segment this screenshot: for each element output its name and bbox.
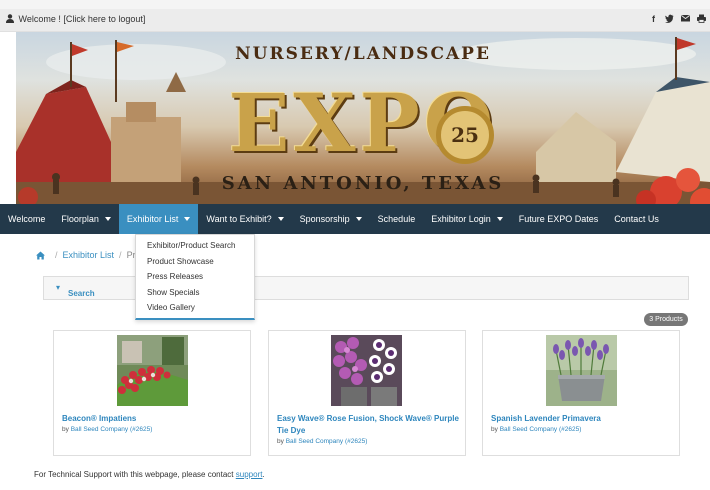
exhibitor-list-dropdown: Exhibitor/Product Search Product Showcas…	[135, 234, 255, 320]
product-card[interactable]: Beacon® Impatiens by Ball Seed Company (…	[53, 330, 251, 456]
main-navigation: Welcome Floorplan Exhibitor List Want to…	[8, 204, 710, 234]
nav-sponsorship[interactable]: Sponsorship	[292, 204, 370, 234]
product-image-easy-wave[interactable]	[331, 335, 402, 406]
breadcrumb-separator: /	[55, 250, 58, 260]
home-icon[interactable]	[36, 251, 45, 260]
support-link[interactable]: support	[236, 470, 263, 479]
user-icon	[6, 14, 14, 23]
nav-schedule[interactable]: Schedule	[370, 204, 424, 234]
breadcrumb-exhibitor-list[interactable]: Exhibitor List	[63, 250, 115, 260]
social-icons: f	[649, 14, 706, 25]
product-title-easy-wave[interactable]: Easy Wave® Rose Fusion, Shock Wave® Purp…	[277, 413, 461, 437]
dropdown-item-video-gallery[interactable]: Video Gallery	[136, 300, 254, 316]
logout-link[interactable]: [Click here to logout]	[63, 14, 145, 24]
expo-banner: NURSERY/LANDSCAPE EXPO 25 SAN ANTONIO, T…	[16, 32, 710, 204]
footer-text: For Technical Support with this webpage,…	[34, 470, 234, 479]
dropdown-item-show-specials[interactable]: Show Specials	[136, 285, 254, 301]
company-link[interactable]: Ball Seed Company	[286, 438, 343, 445]
mail-icon[interactable]	[681, 14, 690, 25]
nav-contact-us[interactable]: Contact Us	[606, 204, 667, 234]
product-company-line: by Ball Seed Company (#2625)	[62, 426, 152, 433]
chevron-down-icon	[277, 217, 284, 221]
product-title-beacon-impatiens[interactable]: Beacon® Impatiens	[62, 413, 246, 425]
product-company-line: by Ball Seed Company (#2625)	[491, 426, 581, 433]
banner-year-badge: 25	[436, 106, 494, 164]
chevron-down-icon	[104, 217, 111, 221]
breadcrumb: / Exhibitor List / Pro	[36, 250, 141, 260]
product-image-beacon-impatiens[interactable]	[117, 335, 188, 406]
dropdown-item-exhibitor-product-search[interactable]: Exhibitor/Product Search	[136, 238, 254, 254]
by-label: by	[277, 438, 284, 445]
product-card[interactable]: Easy Wave® Rose Fusion, Shock Wave® Purp…	[268, 330, 466, 456]
company-link[interactable]: Ball Seed Company	[71, 426, 128, 433]
dropdown-item-product-showcase[interactable]: Product Showcase	[136, 254, 254, 270]
chevron-down-icon	[496, 217, 503, 221]
nav-want-to-exhibit[interactable]: Want to Exhibit?	[198, 204, 291, 234]
chevron-down-icon	[184, 217, 191, 221]
search-label: Search	[68, 289, 95, 298]
footer-period: .	[262, 470, 265, 479]
nav-exhibitor-list[interactable]: Exhibitor List	[118, 204, 199, 234]
product-card[interactable]: Spanish Lavender Primavera by Ball Seed …	[482, 330, 680, 456]
nav-future-expo-dates[interactable]: Future EXPO Dates	[511, 204, 607, 234]
nav-exhibitor-login[interactable]: Exhibitor Login	[423, 204, 511, 234]
technical-support-footer: For Technical Support with this webpage,…	[34, 470, 265, 479]
company-link[interactable]: Ball Seed Company	[500, 426, 557, 433]
nav-floorplan[interactable]: Floorplan	[53, 204, 119, 234]
breadcrumb-separator: /	[119, 250, 122, 260]
chevron-down-icon	[355, 217, 362, 221]
banner-nursery-text: NURSERY/LANDSCAPE	[235, 44, 491, 64]
top-bar: Welcome ! [Click here to logout] f	[0, 9, 710, 32]
url-strip	[0, 0, 710, 9]
welcome-area: Welcome ! [Click here to logout]	[6, 14, 145, 24]
booth-link[interactable]: (#2625)	[345, 438, 367, 445]
welcome-text: Welcome !	[18, 14, 61, 24]
search-toggle[interactable]: ▾ Search	[56, 283, 95, 298]
product-image-spanish-lavender[interactable]	[546, 335, 617, 406]
product-company-line: by Ball Seed Company (#2625)	[277, 438, 367, 445]
facebook-icon[interactable]: f	[649, 14, 658, 25]
nav-welcome[interactable]: Welcome	[0, 204, 53, 234]
by-label: by	[491, 426, 498, 433]
dropdown-item-press-releases[interactable]: Press Releases	[136, 269, 254, 285]
product-count-badge: 3 Products	[644, 313, 688, 326]
by-label: by	[62, 426, 69, 433]
product-title-spanish-lavender[interactable]: Spanish Lavender Primavera	[491, 413, 675, 425]
booth-link[interactable]: (#2625)	[559, 426, 581, 433]
print-icon[interactable]	[697, 14, 706, 25]
booth-link[interactable]: (#2625)	[130, 426, 152, 433]
banner-city-text: SAN ANTONIO, TEXAS	[221, 173, 505, 194]
banner-expo-text: EXPO	[228, 76, 498, 170]
twitter-icon[interactable]	[665, 14, 674, 25]
